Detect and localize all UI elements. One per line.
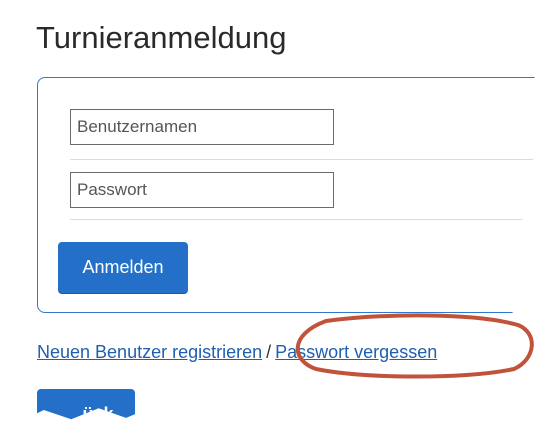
username-input[interactable] — [70, 109, 334, 145]
password-input[interactable] — [70, 172, 334, 208]
login-button[interactable]: Anmelden — [58, 242, 188, 293]
page-title: Turnieranmeldung — [36, 20, 287, 55]
password-row — [70, 160, 540, 220]
link-separator: / — [266, 342, 272, 362]
back-button[interactable]: ück — [37, 389, 135, 421]
username-row — [70, 98, 540, 160]
highlight-ellipse-stroke — [295, 313, 534, 379]
highlight-ellipse — [295, 313, 534, 379]
register-link[interactable]: Neuen Benutzer registrieren — [37, 342, 262, 362]
